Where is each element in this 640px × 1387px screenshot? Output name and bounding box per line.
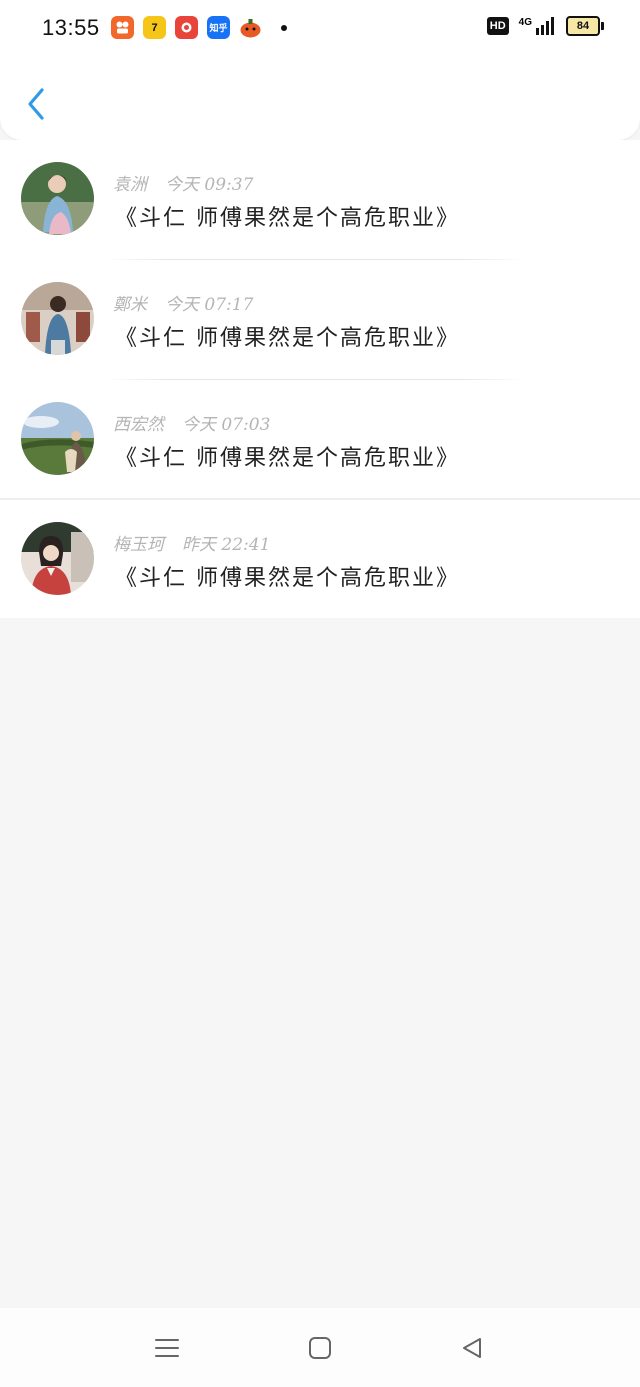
chevron-left-icon [28, 88, 44, 120]
navigation-bar [0, 1308, 640, 1387]
back-button[interactable] [20, 86, 52, 122]
signal-icon: 4G [519, 17, 556, 35]
comment-time: 昨天 22:41 [182, 535, 271, 555]
more-notifications-dot [281, 24, 287, 31]
avatar[interactable] [21, 282, 94, 355]
comment-item[interactable]: 袁洲 今天 09:37 《斗仁 师傅果然是个高危职业》 [0, 140, 640, 260]
network-type: 4G [518, 17, 532, 28]
comment-item[interactable]: 西宏然 今天 07:03 《斗仁 师傅果然是个高危职业》 [0, 380, 640, 500]
commenter-name: 鄭米 [113, 295, 147, 315]
notification-app-icons: 7 知乎 [111, 16, 287, 39]
status-bar: 13:55 7 知乎 HD 4G 84 [0, 0, 640, 56]
hd-badge: HD [486, 17, 509, 35]
menu-icon [155, 1339, 179, 1357]
game-icon [239, 16, 262, 39]
comment-meta: 西宏然 今天 07:03 [113, 410, 270, 435]
comment-time: 今天 07:17 [165, 295, 254, 315]
comment-item[interactable]: 梅玉珂 昨天 22:41 《斗仁 师傅果然是个高危职业》 [0, 500, 640, 618]
comment-item[interactable]: 鄭米 今天 07:17 《斗仁 师傅果然是个高危职业》 [0, 260, 640, 380]
comment-text: 《斗仁 师傅果然是个高危职业》 [115, 446, 460, 471]
commenter-name: 西宏然 [113, 415, 164, 435]
status-time: 13:55 [42, 15, 100, 40]
kuaishou-icon [111, 16, 134, 39]
comment-meta: 梅玉珂 昨天 22:41 [113, 530, 270, 555]
comment-time: 今天 07:03 [182, 415, 271, 435]
comment-time: 今天 09:37 [165, 175, 254, 195]
comment-text: 《斗仁 师傅果然是个高危职业》 [115, 206, 460, 231]
back-nav-button[interactable] [456, 1332, 488, 1364]
comment-list-page: 13:55 7 知乎 HD 4G 84 袁洲 今天 09:37 《斗仁 师傅果然… [0, 0, 640, 1387]
qimao-icon: 7 [143, 16, 166, 39]
pinduoduo-icon [175, 16, 198, 39]
comment-meta: 鄭米 今天 07:17 [113, 290, 253, 315]
home-button[interactable] [304, 1332, 336, 1364]
avatar[interactable] [21, 402, 94, 475]
recent-apps-button[interactable] [151, 1332, 183, 1364]
zhihu-icon: 知乎 [207, 16, 230, 39]
avatar[interactable] [21, 162, 94, 235]
commenter-name: 袁洲 [113, 175, 147, 195]
commenter-name: 梅玉珂 [113, 535, 164, 555]
triangle-back-icon [463, 1338, 481, 1358]
system-indicators: HD 4G 84 [486, 16, 604, 36]
comment-meta: 袁洲 今天 09:37 [113, 170, 253, 195]
comment-text: 《斗仁 师傅果然是个高危职业》 [115, 326, 460, 351]
comment-text: 《斗仁 师傅果然是个高危职业》 [115, 566, 460, 591]
comment-list: 袁洲 今天 09:37 《斗仁 师傅果然是个高危职业》 鄭米 今天 07:17 … [0, 140, 640, 618]
battery-icon: 84 [566, 16, 604, 36]
avatar[interactable] [21, 522, 94, 595]
home-square-icon [309, 1337, 331, 1359]
header: 13:55 7 知乎 HD 4G 84 [0, 0, 640, 140]
battery-level: 84 [576, 20, 590, 32]
